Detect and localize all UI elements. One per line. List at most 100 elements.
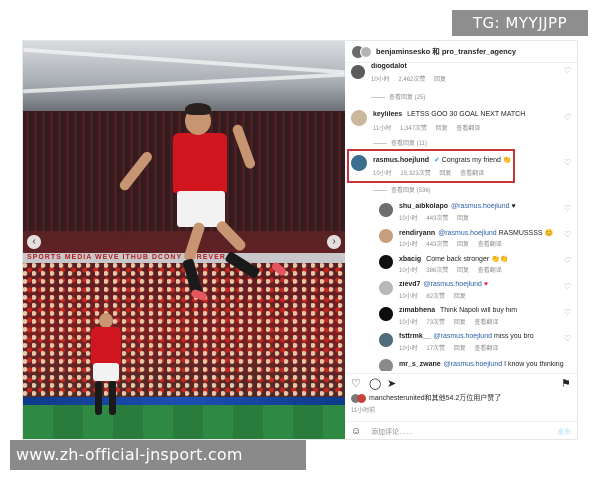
teammate-shorts [93,363,119,381]
comment-avatar[interactable] [351,65,365,79]
reply-avatar[interactable] [379,333,393,347]
comment-time: 11小时 [373,126,392,132]
like-heart-icon[interactable]: ♡ [564,204,571,213]
like-heart-icon[interactable]: ♡ [564,230,571,239]
reply-link[interactable]: 回复 [457,216,469,222]
reply-meta: 10小时 73次赞 回复 查看翻译 [399,317,505,326]
reply-link[interactable]: 回复 [436,126,448,132]
comment-meta: 11小时 1,347次赞 回复 查看翻译 [373,123,487,132]
view-replies[interactable]: 查看回复 (11) [373,138,427,147]
reply-avatar[interactable] [379,307,393,321]
view-replies[interactable]: 查看回复 (25) [371,92,425,101]
reply-username[interactable]: rendiryann [399,230,435,237]
reply-avatar[interactable] [379,359,393,371]
reply-avatar[interactable] [379,229,393,243]
likes-text: manchesterunited和其他54.2万位用户赞了 [369,395,502,402]
reply-text: zievd7 @rasmus.hoejlund ♥ [399,281,559,288]
reply-mention[interactable]: @rasmus.hoejlund [444,361,502,368]
reply-likes[interactable]: 443次赞 [426,242,448,248]
reply-time: 10小时 [399,346,418,352]
reply-likes[interactable]: 443次赞 [426,216,448,222]
next-image-icon[interactable]: › [327,235,341,249]
comments-panel: benjaminsesko 和 pro_transfer_agency diog… [345,41,577,439]
reply-meta: 10小时 443次赞 回复 [399,213,476,222]
reply-link[interactable]: 回复 [454,294,466,300]
teammate-sock [95,381,102,415]
highlight-box [347,149,515,183]
reply-username[interactable]: shu_aibkolapo [399,203,448,210]
translate-link[interactable]: 查看翻译 [456,126,480,132]
translate-link[interactable]: 查看翻译 [474,320,498,326]
reply-mention[interactable]: @rasmus.hoejlund [438,230,496,237]
teammate-sock [109,381,116,415]
comment-username[interactable]: diogodalot [371,63,407,70]
like-heart-icon[interactable]: ♡ [564,256,571,265]
comment-likes[interactable]: 1,347次赞 [400,126,427,132]
translate-link[interactable]: 查看翻译 [478,268,502,274]
reply-text: fsttrmk__ @rasmus.hoejlund miss you bro [399,333,559,340]
translate-link[interactable]: 查看翻译 [478,242,502,248]
reply-time: 10小时 [399,216,418,222]
like-heart-icon[interactable]: ♡ [564,308,571,317]
reply-body: RASMUSSSS [498,230,543,237]
reply-likes[interactable]: 17次赞 [426,346,445,352]
comment-likes[interactable]: 2,462次赞 [398,77,425,83]
reply-mention[interactable]: @rasmus.hoejlund [451,203,509,210]
reply-body: miss you bro [493,333,534,340]
reply-username[interactable]: fsttrmk__ [399,333,431,340]
comment: keylilees LETSS GOO 30 GOAL NEXT MATCH 1… [345,106,577,147]
translate-link[interactable]: 查看翻译 [474,346,498,352]
previous-image-icon[interactable]: ‹ [27,235,41,249]
post-photo: SPORTS MEDIA WEVE ITHUB DCONY FOREVER ‹ … [23,41,345,439]
reply: zievd7 @rasmus.hoejlund ♥ 10小时 82次赞 回复 ♡ [345,279,577,301]
likes-summary[interactable]: manchesterunited和其他54.2万位用户赞了 [351,393,501,403]
reply-link[interactable]: 回复 [457,242,469,248]
reply-link[interactable]: 回复 [454,320,466,326]
reply-text: xbacig Come back stronger 👏👏 [399,255,559,263]
post-button[interactable]: 发布 [557,427,571,437]
reply-avatar[interactable] [379,281,393,295]
comment-icon[interactable]: ◯ [369,377,381,390]
instagram-post: SPORTS MEDIA WEVE ITHUB DCONY FOREVER ‹ … [22,40,578,440]
coauthor-avatar[interactable] [360,45,372,58]
share-icon[interactable]: ➤ [387,377,396,390]
reply-avatar[interactable] [379,203,393,217]
reply-username[interactable]: xbacig [399,256,421,263]
comment-input[interactable]: 添加评论…… [371,427,413,437]
reply: fsttrmk__ @rasmus.hoejlund miss you bro 1… [345,331,577,353]
reply-link[interactable]: 回复 [434,77,446,83]
reply-likes[interactable]: 73次赞 [426,320,445,326]
reply-username[interactable]: zimabhena [399,307,435,314]
reply-text: rendiryann @rasmus.hoejlund RASMUSSSS 😊 [399,229,559,237]
reply-mention[interactable]: @rasmus.hoejlund [434,333,492,340]
liker-avatar [357,393,366,403]
reply-text: shu_aibkolapo @rasmus.hoejlund ♥ [399,203,559,210]
comment-username[interactable]: keylilees [373,111,402,118]
like-icon[interactable]: ♡ [351,377,361,390]
reply-avatar[interactable] [379,255,393,269]
bookmark-icon[interactable]: ⚑ [561,377,571,390]
like-heart-icon[interactable]: ♡ [564,158,571,167]
emoji-icon[interactable]: ☺ [351,426,361,437]
reply-text: mr_s_zwane @rasmus.hoejlund I know you th… [399,361,569,368]
like-heart-icon[interactable]: ♡ [564,113,571,122]
reply-username[interactable]: zievd7 [399,281,420,288]
view-replies[interactable]: 查看回复 (536) [373,185,431,194]
like-heart-icon[interactable]: ♡ [564,66,571,75]
like-heart-icon[interactable]: ♡ [564,334,571,343]
reply-username[interactable]: mr_s_zwane [399,361,441,368]
reply-body: I know you thinking [504,361,564,368]
reply-meta: 10小时 443次赞 回复 查看翻译 [399,239,509,248]
reply-body: Come back stronger [426,256,490,263]
reply-likes[interactable]: 82次赞 [426,294,445,300]
reply-emoji: 😊 [544,230,554,237]
reply-link[interactable]: 回复 [454,346,466,352]
comment-avatar[interactable] [351,110,367,126]
like-heart-icon[interactable]: ♡ [564,282,571,291]
post-authors[interactable]: benjaminsesko 和 pro_transfer_agency [376,46,516,57]
reply-likes[interactable]: 386次赞 [426,268,448,274]
reply-meta: 10小时 386次赞 回复 查看翻译 [399,265,509,274]
reply-link[interactable]: 回复 [457,268,469,274]
reply: shu_aibkolapo @rasmus.hoejlund ♥ 10小时 443… [345,201,577,223]
reply-mention[interactable]: @rasmus.hoejlund [423,281,481,288]
